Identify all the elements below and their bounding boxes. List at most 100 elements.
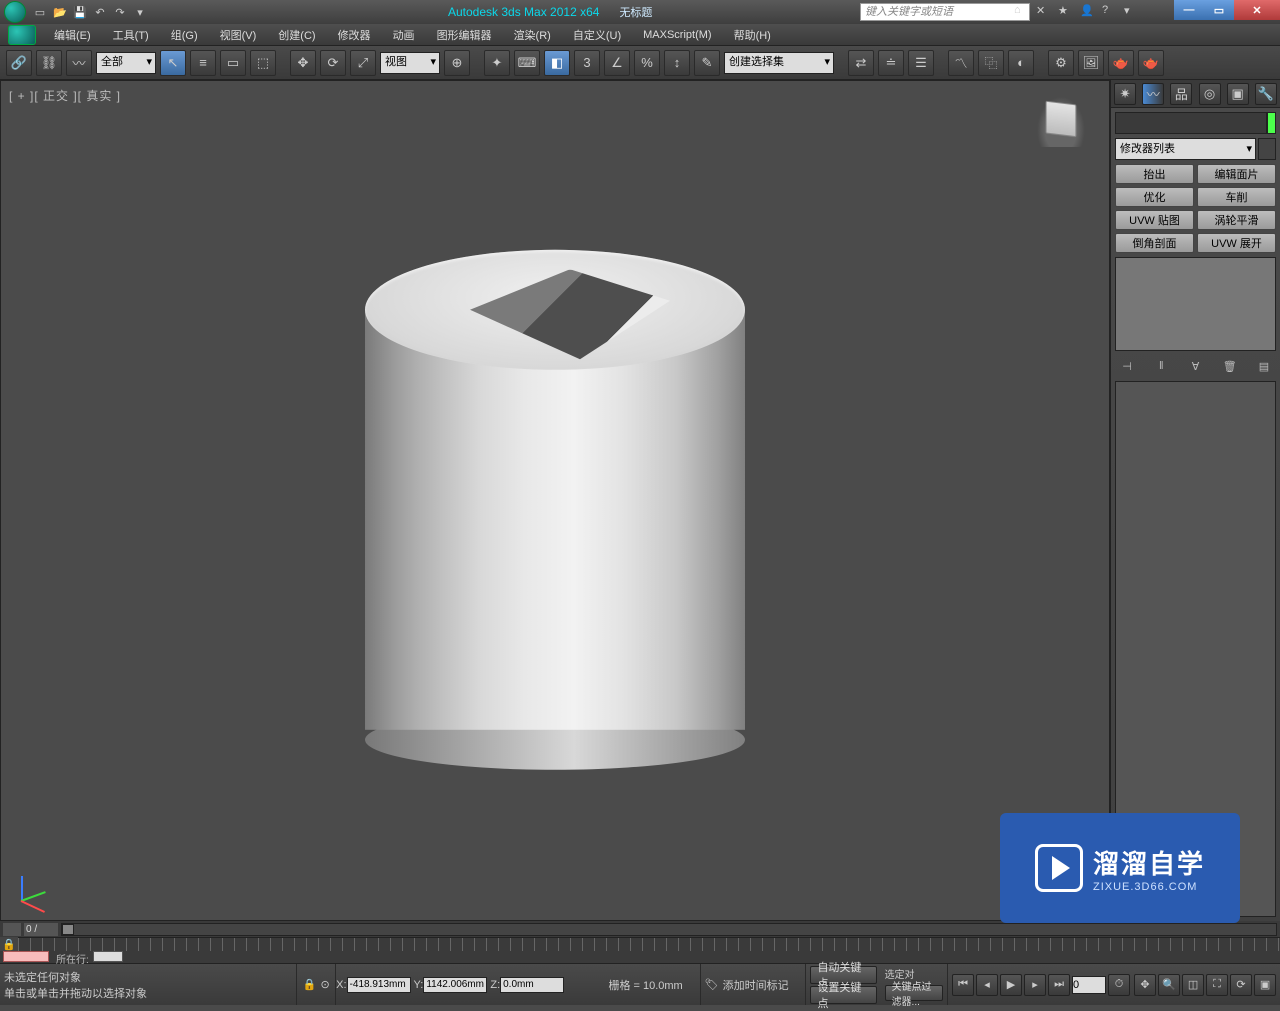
prev-frame-icon[interactable]: ◂: [976, 974, 998, 996]
selection-filter-combo[interactable]: 全部: [96, 52, 156, 74]
key-filters-button[interactable]: 关键点过滤器...: [885, 985, 943, 1001]
menu-group[interactable]: 组(G): [161, 25, 208, 45]
configure-modifier-sets-icon[interactable]: [1258, 138, 1276, 160]
current-frame-input[interactable]: [1072, 976, 1106, 994]
app-icon[interactable]: [4, 1, 26, 23]
material-editor-icon[interactable]: ◐: [1008, 50, 1034, 76]
render-setup-icon[interactable]: ⚙: [1048, 50, 1074, 76]
viewcube[interactable]: [1033, 91, 1089, 147]
viewport-label[interactable]: [ + ][ 正交 ][ 真实 ]: [9, 87, 121, 104]
tab-modify-icon[interactable]: 〰: [1142, 83, 1164, 105]
tab-hierarchy-icon[interactable]: 品: [1170, 83, 1192, 105]
rotate-icon[interactable]: ⟳: [320, 50, 346, 76]
edit-named-sel-icon[interactable]: ✎: [694, 50, 720, 76]
rect-region-icon[interactable]: ▭: [220, 50, 246, 76]
keyboard-shortcut-icon[interactable]: ⌨: [514, 50, 540, 76]
exchange-icon[interactable]: ✕: [1036, 4, 1052, 20]
time-config-icon[interactable]: [3, 923, 21, 936]
nav-fov-icon[interactable]: ◫: [1182, 974, 1204, 996]
snap-toggle-icon[interactable]: ◧: [544, 50, 570, 76]
qat-save-icon[interactable]: 💾: [70, 2, 90, 22]
mod-btn-editpatch[interactable]: 编辑面片: [1197, 164, 1276, 184]
object-name-input[interactable]: [1115, 112, 1267, 134]
named-selection-combo[interactable]: 创建选择集: [724, 52, 834, 74]
angle-snap-icon[interactable]: ∠: [604, 50, 630, 76]
qat-undo-icon[interactable]: ↶: [90, 2, 110, 22]
remove-modifier-icon[interactable]: 🗑: [1220, 357, 1240, 375]
mod-btn-optimize[interactable]: 优化: [1115, 187, 1194, 207]
nav-pan-icon[interactable]: ✥: [1134, 974, 1156, 996]
menu-modifiers[interactable]: 修改器: [328, 25, 381, 45]
pivot-center-icon[interactable]: ⊕: [444, 50, 470, 76]
tab-motion-icon[interactable]: ◎: [1199, 83, 1221, 105]
signin-icon[interactable]: 👤: [1080, 4, 1096, 20]
time-config-button-icon[interactable]: ⏱: [1108, 974, 1130, 996]
qat-open-icon[interactable]: 📂: [50, 2, 70, 22]
goto-end-icon[interactable]: ⏭: [1048, 974, 1070, 996]
tab-create-icon[interactable]: ✷: [1114, 83, 1136, 105]
menu-views[interactable]: 视图(V): [210, 25, 267, 45]
menu-create[interactable]: 创建(C): [268, 25, 325, 45]
mod-btn-extrude[interactable]: 抬出: [1115, 164, 1194, 184]
mod-btn-turbosmooth[interactable]: 涡轮平滑: [1197, 210, 1276, 230]
maximize-button[interactable]: ▭: [1204, 0, 1234, 20]
menu-animation[interactable]: 动画: [383, 25, 425, 45]
menu-edit[interactable]: 编辑(E): [44, 25, 101, 45]
add-time-tag[interactable]: 添加时间标记: [723, 977, 789, 993]
scale-icon[interactable]: ⤢: [350, 50, 376, 76]
qat-redo-icon[interactable]: ↷: [110, 2, 130, 22]
menu-rendering[interactable]: 渲染(R): [504, 25, 561, 45]
help-dropdown-icon[interactable]: ▾: [1124, 4, 1140, 20]
nav-zoom-extents-icon[interactable]: ⛶: [1206, 974, 1228, 996]
time-tag-icon[interactable]: 🏷: [705, 978, 719, 991]
coord-y-input[interactable]: [423, 977, 487, 993]
select-by-name-icon[interactable]: ≡: [190, 50, 216, 76]
mini-listener-input[interactable]: [93, 951, 123, 962]
layers-icon[interactable]: ☰: [908, 50, 934, 76]
favorites-icon[interactable]: ★: [1058, 4, 1074, 20]
mod-btn-uvwmap[interactable]: UVW 贴图: [1115, 210, 1194, 230]
rendered-frame-icon[interactable]: 🖼: [1078, 50, 1104, 76]
qat-new-icon[interactable]: ▭: [30, 2, 50, 22]
application-button[interactable]: [8, 25, 36, 45]
render-production-icon[interactable]: 🫖: [1108, 50, 1134, 76]
render-iterative-icon[interactable]: 🫖: [1138, 50, 1164, 76]
menu-grapheditors[interactable]: 图形编辑器: [427, 25, 502, 45]
coord-z-input[interactable]: [500, 977, 564, 993]
coord-x-input[interactable]: [347, 977, 411, 993]
track-bar[interactable]: 🔒: [0, 937, 1280, 951]
subscription-icon[interactable]: ⌂: [1014, 4, 1030, 20]
align-icon[interactable]: ≐: [878, 50, 904, 76]
pin-stack-icon[interactable]: ⊣: [1117, 357, 1137, 375]
time-slider-track[interactable]: [61, 923, 1277, 936]
percent-snap-icon[interactable]: %: [634, 50, 660, 76]
track-lock-icon[interactable]: 🔒: [0, 937, 18, 951]
play-icon[interactable]: ▶: [1000, 974, 1022, 996]
mod-btn-lathe[interactable]: 车削: [1197, 187, 1276, 207]
menu-customize[interactable]: 自定义(U): [563, 25, 631, 45]
help-search-input[interactable]: 键入关键字或短语: [860, 3, 1030, 21]
menu-help[interactable]: 帮助(H): [724, 25, 781, 45]
show-end-result-icon[interactable]: ‖: [1151, 357, 1171, 375]
mini-listener-output[interactable]: [3, 951, 49, 962]
qat-dropdown-icon[interactable]: ▾: [130, 2, 150, 22]
object-color-swatch[interactable]: [1267, 112, 1276, 134]
bind-spacewarp-icon[interactable]: 〰: [66, 50, 92, 76]
next-frame-icon[interactable]: ▸: [1024, 974, 1046, 996]
schematic-view-icon[interactable]: ⿻: [978, 50, 1004, 76]
nav-orbit-icon[interactable]: ⟳: [1230, 974, 1252, 996]
manipulate-icon[interactable]: ✦: [484, 50, 510, 76]
snap-3d-icon[interactable]: 3: [574, 50, 600, 76]
menu-tools[interactable]: 工具(T): [103, 25, 159, 45]
viewport-perspective[interactable]: [ + ][ 正交 ][ 真实 ]: [0, 80, 1110, 921]
curve-editor-icon[interactable]: 〽: [948, 50, 974, 76]
unlink-icon[interactable]: ⛓: [36, 50, 62, 76]
window-crossing-icon[interactable]: ⬚: [250, 50, 276, 76]
select-object-icon[interactable]: ↖: [160, 50, 186, 76]
minimize-button[interactable]: —: [1174, 0, 1204, 20]
nav-zoom-icon[interactable]: 🔍: [1158, 974, 1180, 996]
tab-display-icon[interactable]: ▣: [1227, 83, 1249, 105]
set-key-button[interactable]: 设置关键点: [810, 986, 876, 1004]
spinner-snap-icon[interactable]: ↕: [664, 50, 690, 76]
move-icon[interactable]: ✥: [290, 50, 316, 76]
